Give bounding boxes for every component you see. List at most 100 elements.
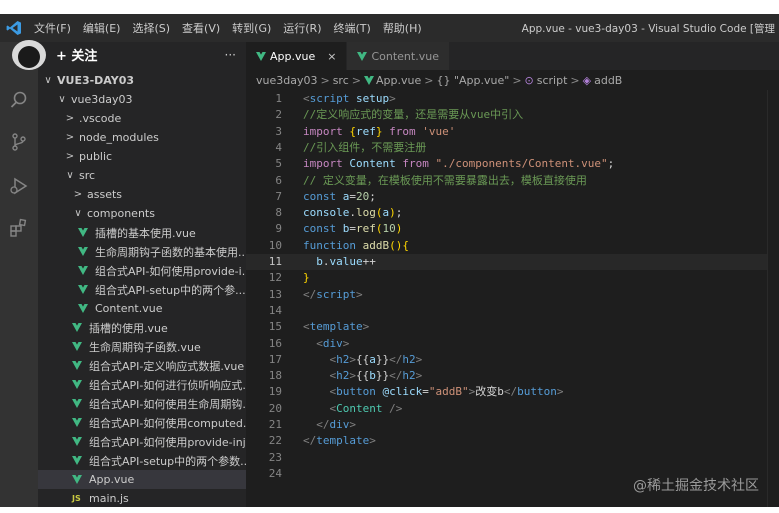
vue-file-icon xyxy=(78,285,88,294)
code-line[interactable]: 8 console.log(a); xyxy=(246,205,779,221)
tab-label: Content.vue xyxy=(371,49,439,63)
close-icon[interactable]: × xyxy=(327,50,336,63)
code-text: <template> xyxy=(303,319,369,335)
menu-item[interactable]: 文件(F) xyxy=(28,20,77,36)
code-token: ref xyxy=(356,124,376,138)
code-line[interactable]: 20 <Content /> xyxy=(246,401,779,417)
code-token: . xyxy=(349,206,356,220)
code-line[interactable]: 17 <h2>{{a}}</h2> xyxy=(246,352,779,368)
menu-item[interactable]: 帮助(H) xyxy=(377,20,428,36)
menu-item[interactable]: 终端(T) xyxy=(328,20,377,36)
code-line[interactable]: 21 </div> xyxy=(246,417,779,433)
breadcrumb-item[interactable]: App.vue xyxy=(376,74,421,87)
file-row[interactable]: 插槽的使用.vue xyxy=(38,318,246,337)
file-row[interactable]: 组合式API-如何使用provide-inj... xyxy=(38,432,246,451)
menu-item[interactable]: 运行(R) xyxy=(277,20,327,36)
code-token: { xyxy=(402,238,409,252)
file-row[interactable]: 生命周期钩子函数的基本使用... xyxy=(38,242,246,261)
code-line[interactable]: 18 <h2>{{b}}</h2> xyxy=(246,368,779,384)
menu-item[interactable]: 编辑(E) xyxy=(77,20,127,36)
extensions-icon[interactable] xyxy=(9,218,29,238)
code-line[interactable]: 7 const a=20; xyxy=(246,189,779,205)
code-editor[interactable]: 1 <script setup> 2//定义响应式的变量，还是需要从vue中引入 3 i… xyxy=(246,90,779,513)
breadcrumb-item[interactable]: addB xyxy=(594,74,622,87)
bottom-margin xyxy=(0,507,779,513)
code-line[interactable]: 13 </script> xyxy=(246,287,779,303)
code-text: <button @click="addB">改变b</button> xyxy=(303,384,564,400)
tab-app-vue[interactable]: App.vue × xyxy=(246,42,348,70)
code-line[interactable]: 19 <button @click="addB">改变b</button> xyxy=(246,384,779,400)
top-margin xyxy=(0,0,779,14)
script-symbol-icon: ⊙ xyxy=(524,73,534,87)
follow-button[interactable]: + 关注 xyxy=(56,45,97,64)
file-row[interactable]: Content.vue xyxy=(38,299,246,318)
menu-item[interactable]: 转到(G) xyxy=(226,20,277,36)
vue-file-icon xyxy=(72,475,82,484)
folder-row[interactable]: ∨ VUE3-DAY03 xyxy=(38,71,246,90)
run-debug-icon[interactable] xyxy=(9,176,29,196)
breadcrumb-item[interactable]: src xyxy=(333,74,349,87)
vue-file-icon xyxy=(72,361,82,370)
file-row[interactable]: 组合式API-setup中的两个参... xyxy=(38,280,246,299)
source-control-icon[interactable] xyxy=(9,132,29,152)
code-line[interactable]: 2 //定义响应式的变量，还是需要从vue中引入 xyxy=(246,107,779,123)
avatar[interactable] xyxy=(12,40,46,70)
code-line[interactable]: 23 xyxy=(246,450,779,466)
file-row[interactable]: App.vue xyxy=(38,470,246,489)
code-token: /> xyxy=(389,401,403,415)
code-line[interactable]: 22 </template> xyxy=(246,433,779,449)
code-token: > xyxy=(349,369,356,383)
breadcrumb-item[interactable]: {} "App.vue" xyxy=(436,74,509,87)
file-row[interactable]: 插槽的基本使用.vue xyxy=(38,223,246,242)
code-line[interactable]: 4 //引入组件，不需要注册 xyxy=(246,140,779,156)
code-token: @click xyxy=(382,385,423,399)
breadcrumb-item[interactable]: vue3day03 xyxy=(256,74,317,87)
code-token: </ xyxy=(389,352,403,366)
tree-item-label: assets xyxy=(87,188,123,201)
editor-scrollbar[interactable] xyxy=(767,90,779,513)
code-line[interactable]: 3 import {ref} from 'vue' xyxy=(246,124,779,140)
more-actions-button[interactable]: ··· xyxy=(225,48,236,62)
folder-row[interactable]: ∨ src xyxy=(38,166,246,185)
file-row[interactable]: 组合式API-setup中的两个参数... xyxy=(38,451,246,470)
code-line[interactable]: 5 import Content from "./components/Conte… xyxy=(246,156,779,172)
vue-file-icon xyxy=(363,75,374,85)
menu-item[interactable]: 查看(V) xyxy=(176,20,226,36)
code-line[interactable]: 15 <template> xyxy=(246,319,779,335)
file-row[interactable]: 组合式API-如何进行侦听响应式... xyxy=(38,375,246,394)
file-row[interactable]: 组合式API-如何使用provide-i... xyxy=(38,261,246,280)
search-icon[interactable] xyxy=(9,90,29,110)
code-line[interactable]: 9 const b=ref(10) xyxy=(246,221,779,237)
line-number: 11 xyxy=(268,255,282,268)
file-row[interactable]: 组合式API-定义响应式数据.vue xyxy=(38,356,246,375)
code-line[interactable]: 6 // 定义变量，在模板使用不需要暴露出去，模板直接使用 xyxy=(246,173,779,189)
file-row[interactable]: 组合式API-如何使用computed... xyxy=(38,413,246,432)
code-line[interactable]: 11 b.value++ xyxy=(246,254,779,270)
tree-item-label: App.vue xyxy=(89,473,135,486)
code-line[interactable]: 12} xyxy=(246,270,779,286)
code-token: //定义响应式的变量，还是需要从vue中引入 xyxy=(303,108,524,122)
folder-row[interactable]: ∨ vue3day03 xyxy=(38,90,246,109)
file-row[interactable]: 组合式API-如何使用生命周期钩... xyxy=(38,394,246,413)
menu-item[interactable]: 选择(S) xyxy=(126,20,176,36)
code-line[interactable]: 16 <div> xyxy=(246,336,779,352)
file-row[interactable]: 生命周期钩子函数.vue xyxy=(38,337,246,356)
folder-row[interactable]: > .vscode xyxy=(38,109,246,128)
folder-row[interactable]: > assets xyxy=(38,185,246,204)
code-token: h2 xyxy=(402,352,416,366)
folder-row[interactable]: > public xyxy=(38,147,246,166)
breadcrumb-item[interactable]: script xyxy=(537,74,568,87)
file-row[interactable]: JS main.js xyxy=(38,489,246,508)
line-number: 7 xyxy=(275,189,282,203)
code-token: > xyxy=(362,320,370,334)
folder-row[interactable]: ∨ components xyxy=(38,204,246,223)
code-line[interactable]: 14 xyxy=(246,303,779,319)
code-line[interactable]: 10 function addB(){ xyxy=(246,238,779,254)
tab-content-vue[interactable]: Content.vue xyxy=(347,42,450,70)
code-line[interactable]: 1 <script setup> xyxy=(246,91,779,107)
folder-row[interactable]: > node_modules xyxy=(38,128,246,147)
title-bar: 文件(F) 编辑(E) 选择(S) 查看(V) 转到(G) 运行(R) 终端(T) 帮助(H)… xyxy=(0,14,779,42)
code-text: //引入组件，不需要注册 xyxy=(303,140,426,156)
